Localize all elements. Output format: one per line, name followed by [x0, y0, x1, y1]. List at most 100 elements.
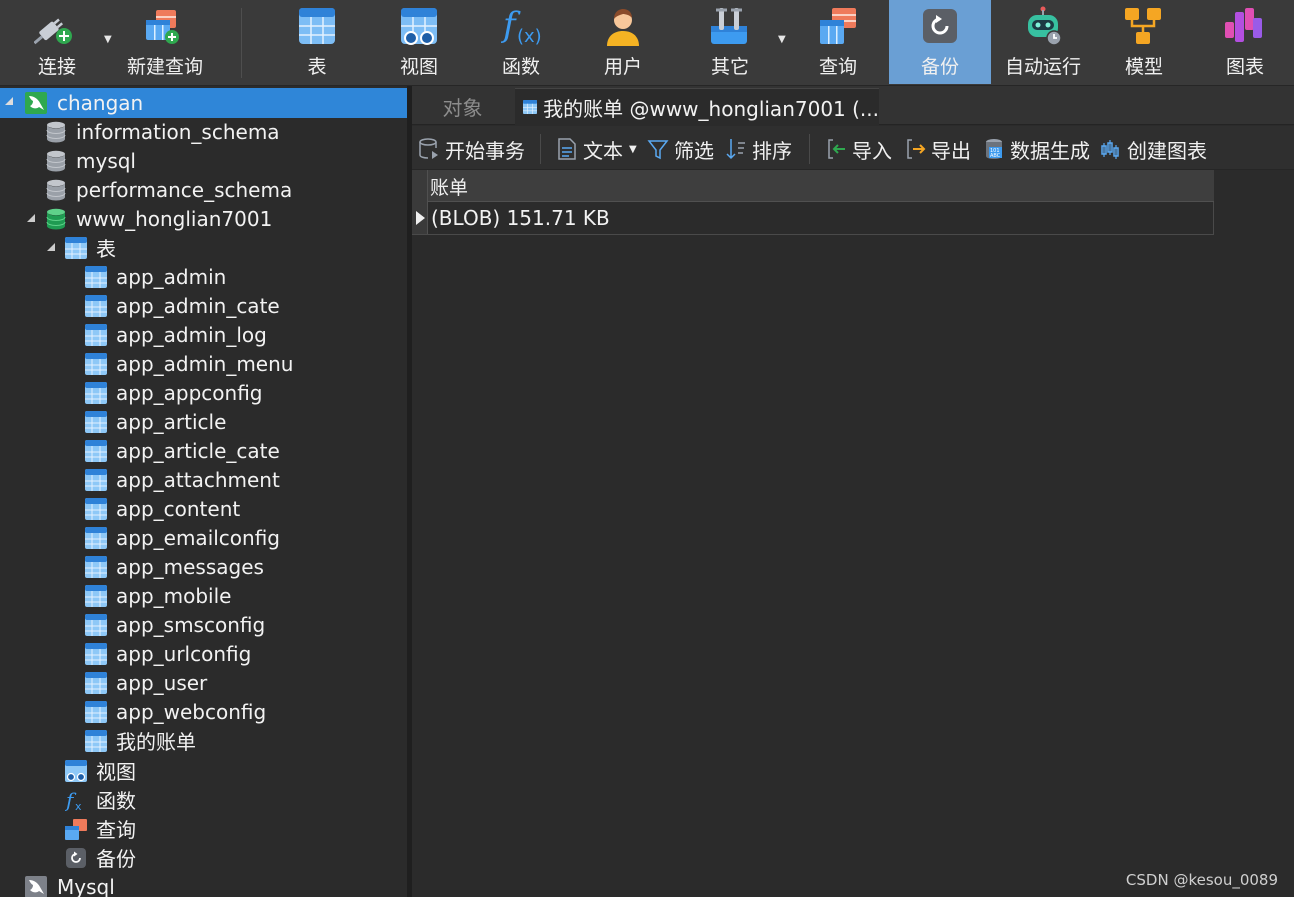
svg-text:ABC: ABC: [990, 153, 1001, 159]
data-generation-label: 数据生成: [1010, 138, 1090, 163]
automation-button[interactable]: 自动运行: [992, 0, 1094, 84]
backup-button[interactable]: 备份: [889, 0, 991, 84]
connect-button[interactable]: 连接 ▼: [0, 0, 114, 84]
connection-label: Mysql: [57, 874, 115, 897]
tree-table-item[interactable]: app_article: [0, 407, 407, 436]
tree-table-item[interactable]: app_user: [0, 668, 407, 697]
import-icon: [828, 139, 845, 159]
chevron-down-icon[interactable]: ▼: [104, 34, 112, 45]
begin-transaction-button[interactable]: 开始事务: [418, 134, 525, 164]
export-button[interactable]: 导出: [904, 134, 971, 164]
table-icon: [85, 614, 107, 636]
tree-group-tables[interactable]: 表: [0, 233, 407, 262]
others-button[interactable]: 其它 ▼: [674, 0, 786, 84]
table-row[interactable]: (BLOB) 151.71 KB: [412, 202, 1214, 235]
expand-arrow-icon[interactable]: [27, 214, 35, 222]
row-selector[interactable]: [412, 202, 428, 234]
tree-group-queries[interactable]: 查询: [0, 814, 407, 843]
tables-button[interactable]: 表: [266, 0, 368, 84]
table-label: app_admin_cate: [116, 293, 280, 318]
begin-transaction-label: 开始事务: [445, 138, 525, 163]
database-label: mysql: [76, 148, 136, 173]
tree-group-views[interactable]: 视图: [0, 756, 407, 785]
table-label: app_admin: [116, 264, 227, 289]
svg-text:x: x: [75, 800, 82, 811]
transaction-icon: [419, 138, 438, 159]
others-label: 其它: [710, 56, 749, 78]
tree-table-item[interactable]: app_article_cate: [0, 436, 407, 465]
tree-table-item[interactable]: app_mobile: [0, 581, 407, 610]
tree-database-mysql[interactable]: mysql: [0, 146, 407, 175]
tab-objects[interactable]: 对象: [412, 88, 513, 125]
cell-bill-blob[interactable]: (BLOB) 151.71 KB: [431, 206, 610, 230]
automation-label: 自动运行: [1004, 56, 1081, 78]
table-icon: [65, 237, 87, 259]
table-label: app_smsconfig: [116, 612, 266, 637]
text-view-label: 文本: [583, 138, 623, 163]
tree-connection-mysql[interactable]: Mysql: [0, 872, 407, 897]
tree-table-item[interactable]: app_emailconfig: [0, 523, 407, 552]
new-query-button[interactable]: 新建查询: [116, 0, 214, 84]
create-chart-button[interactable]: 创建图表: [1100, 134, 1207, 164]
connect-plug-icon: [34, 18, 72, 45]
tree-table-item[interactable]: app_webconfig: [0, 697, 407, 726]
tree-table-item[interactable]: app_messages: [0, 552, 407, 581]
tree-table-item[interactable]: app_appconfig: [0, 378, 407, 407]
tree-table-item[interactable]: app_admin_menu: [0, 349, 407, 378]
table-label: app_messages: [116, 554, 264, 579]
users-button[interactable]: 用户: [572, 0, 674, 84]
text-view-button[interactable]: 文本 ▼: [556, 134, 637, 164]
tree-table-item[interactable]: app_attachment: [0, 465, 407, 494]
tree-table-item[interactable]: 我的账单: [0, 726, 407, 755]
tree-database-performance-schema[interactable]: performance_schema: [0, 175, 407, 204]
row-selector-header[interactable]: [412, 170, 428, 202]
expand-arrow-icon[interactable]: [5, 97, 13, 105]
model-button[interactable]: 模型: [1094, 0, 1194, 84]
function-icon: f (x): [501, 6, 541, 46]
table-icon: [85, 266, 107, 288]
tables-label: 表: [307, 56, 327, 78]
data-generation-button[interactable]: 101 ABC 数据生成: [983, 134, 1090, 164]
table-label: app_mobile: [116, 583, 232, 608]
queries-button[interactable]: 查询: [788, 0, 888, 84]
data-generation-icon: 101 ABC: [986, 139, 1002, 159]
tab-bar: 对象 我的账单 @www_honglian7001 (...: [412, 86, 1294, 125]
tree-table-item[interactable]: app_admin_cate: [0, 291, 407, 320]
tree-group-backups[interactable]: 备份: [0, 843, 407, 872]
table-icon: [85, 469, 107, 491]
filter-button[interactable]: 筛选: [647, 134, 714, 164]
table-icon: [85, 382, 107, 404]
new-query-icon: [146, 10, 179, 44]
chevron-down-icon[interactable]: ▼: [629, 144, 637, 155]
sort-button[interactable]: 排序: [725, 134, 792, 164]
column-header-bill[interactable]: 账单: [430, 173, 468, 200]
views-button[interactable]: 视图: [368, 0, 470, 84]
sort-icon: [726, 139, 745, 160]
toolbar-divider: [241, 8, 242, 78]
chevron-down-icon[interactable]: ▼: [778, 34, 786, 45]
expand-arrow-icon[interactable]: [47, 243, 55, 251]
toolbar-divider: [540, 134, 541, 164]
tree-table-item[interactable]: app_smsconfig: [0, 610, 407, 639]
group-label: 备份: [96, 847, 136, 871]
tab-query-my-bill[interactable]: 我的账单 @www_honglian7001 (...: [515, 88, 879, 125]
query-icon: [820, 8, 856, 44]
tree-table-item[interactable]: app_admin: [0, 262, 407, 291]
functions-button[interactable]: f (x) 函数: [470, 0, 572, 84]
charts-button[interactable]: 图表: [1196, 0, 1294, 84]
tree-table-item[interactable]: app_admin_log: [0, 320, 407, 349]
tree-table-item[interactable]: app_urlconfig: [0, 639, 407, 668]
table-label: app_article_cate: [116, 438, 280, 463]
table-icon: [85, 440, 107, 462]
tree-database-www-honglian7001[interactable]: www_honglian7001: [0, 204, 407, 233]
tree-connection-changan[interactable]: changan: [0, 88, 407, 118]
tree-database-information-schema[interactable]: information_schema: [0, 117, 407, 146]
database-label: performance_schema: [76, 177, 293, 202]
table-icon: [299, 8, 335, 44]
tree-group-functions[interactable]: f x 函数: [0, 785, 407, 814]
table-label: app_admin_menu: [116, 351, 294, 376]
import-button[interactable]: 导入: [825, 134, 892, 164]
tree-table-item[interactable]: app_content: [0, 494, 407, 523]
backup-label: 备份: [920, 56, 959, 78]
table-icon: [85, 353, 107, 375]
